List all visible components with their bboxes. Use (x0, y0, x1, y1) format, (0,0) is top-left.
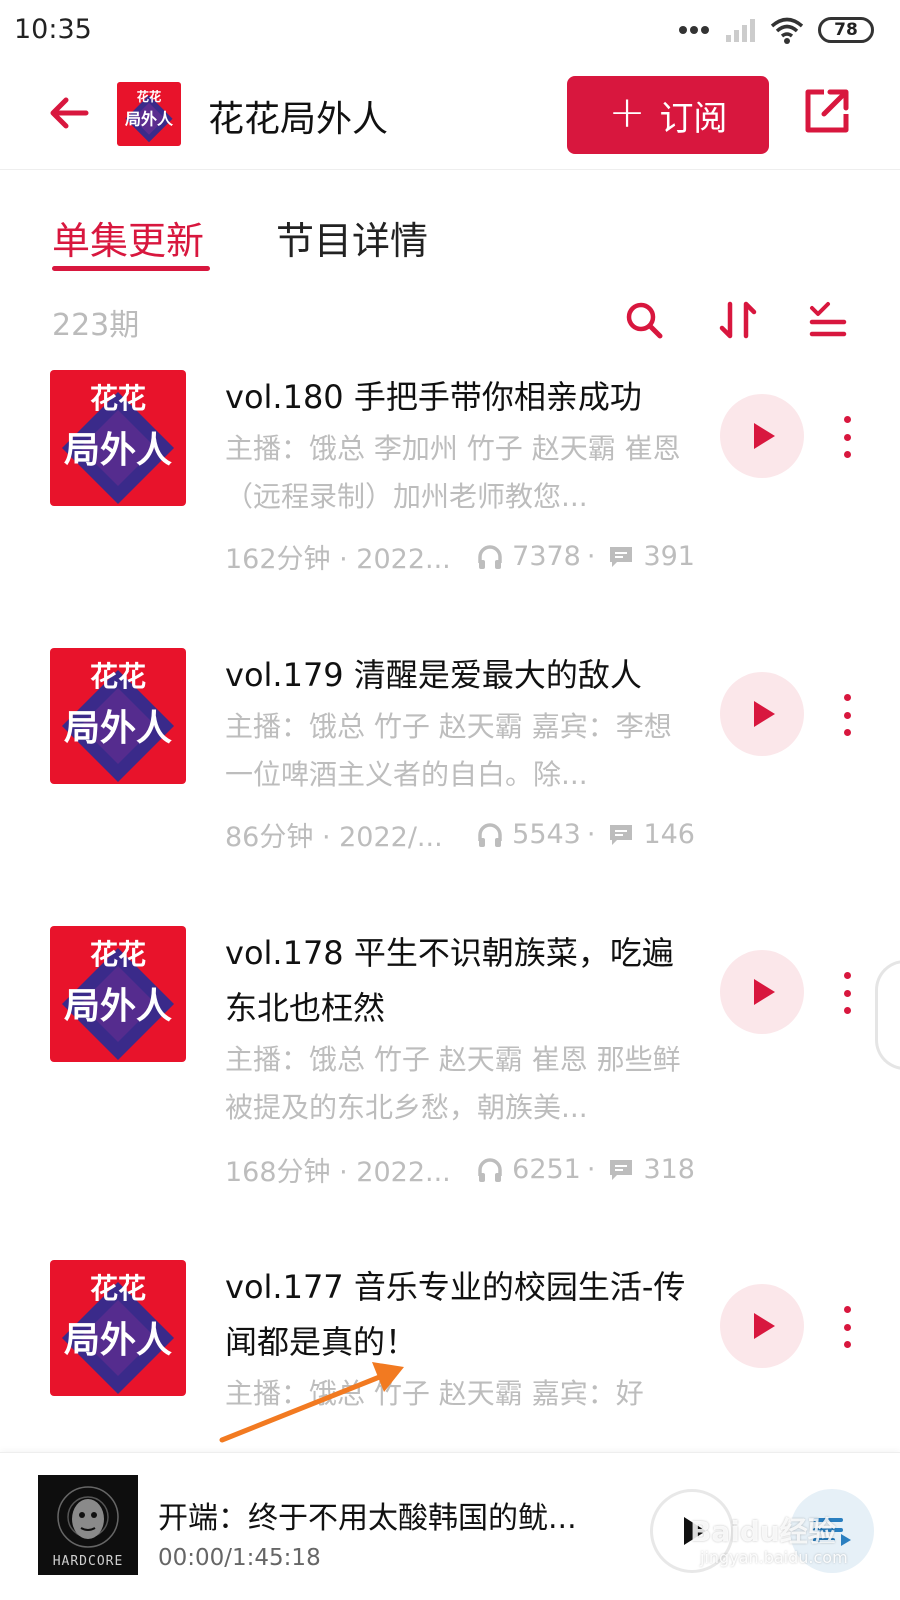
baidu-watermark: Baidu经验 (690, 1515, 836, 1548)
episode-duration-date: 86分钟 · 2022/... (225, 822, 443, 853)
episode-item[interactable]: 花花 局外人 vol.180 手把手带你相亲成功 主播：饿总 李加州 竹子 赵天… (0, 370, 900, 610)
episode-description: 主播：饿总 竹子 赵天霸 嘉宾：好 (225, 1377, 644, 1410)
player-time: 00:00/1:45:18 (158, 1545, 321, 1571)
episode-comment-count: 318 (643, 1154, 695, 1185)
episode-item[interactable]: 花花 局外人 vol.177 音乐专业的校园生活-传闻都是真的！ 主播：饿总 竹… (0, 1260, 900, 1420)
signal-dots-icon (679, 26, 709, 34)
episode-text: vol.178 平生不识朝族菜，吃遍东北也枉然 主播：饿总 竹子 赵天霸 崔恩 … (225, 926, 695, 1189)
episode-text: vol.180 手把手带你相亲成功 主播：饿总 李加州 竹子 赵天霸 崔恩（远程… (225, 370, 695, 576)
svg-text:花花: 花花 (90, 938, 146, 971)
episode-description: 主播：饿总 竹子 赵天霸 嘉宾：李想 一位啤酒主义者的自白。除... (225, 710, 672, 791)
play-icon (754, 423, 775, 449)
svg-text:局外人: 局外人 (64, 986, 172, 1027)
play-icon (754, 979, 775, 1005)
subscribe-label: 订阅 (659, 98, 728, 139)
player-track-title: 开端：终于不用太酸韩国的鱿... (158, 1501, 577, 1536)
episode-play-button[interactable] (720, 950, 804, 1034)
episode-comment-count: 391 (643, 541, 695, 572)
episode-meta: 168分钟 · 2022... 6251 · 318 (225, 1150, 695, 1189)
headphones-icon (476, 1156, 504, 1184)
svg-text:花花: 花花 (90, 382, 146, 415)
comment-icon (607, 1156, 635, 1184)
tab-program-details[interactable]: 节目详情 (276, 210, 428, 265)
tab-episodes[interactable]: 单集更新 (52, 210, 204, 265)
podcast-header: 花花 局外人 花花局外人 + 订阅 (0, 62, 900, 170)
episode-more-button[interactable] (832, 690, 862, 740)
episode-cover: 花花 局外人 (50, 370, 186, 506)
episode-description: 主播：饿总 竹子 赵天霸 崔恩 那些鲜被提及的东北乡愁，朝族美... (225, 1043, 681, 1124)
share-button[interactable] (800, 84, 854, 138)
episode-item[interactable]: 花花 局外人 vol.178 平生不识朝族菜，吃遍东北也枉然 主播：饿总 竹子 … (0, 926, 900, 1216)
episode-meta: 86分钟 · 2022/... 5543 · 146 (225, 815, 695, 854)
episode-duration-date: 168分钟 · 2022... (225, 1157, 451, 1188)
play-icon (754, 1313, 775, 1339)
player-cover-text: HARDCORE (52, 1554, 124, 1569)
episode-play-count: 7378 (512, 541, 581, 572)
podcast-title: 花花局外人 (208, 99, 389, 140)
episode-text: vol.179 清醒是爱最大的敌人 主播：饿总 竹子 赵天霸 嘉宾：李想 一位啤… (225, 648, 695, 854)
multi-select-icon[interactable] (806, 298, 850, 342)
comment-icon (607, 821, 635, 849)
svg-text:局外人: 局外人 (64, 1320, 172, 1361)
episode-play-button[interactable] (720, 1284, 804, 1368)
meta-separator: · (586, 819, 596, 850)
status-time: 10:35 (14, 14, 92, 45)
episode-meta: 162分钟 · 2022... 7378 · 391 (225, 537, 695, 576)
headphones-icon (476, 543, 504, 571)
episode-more-button[interactable] (832, 412, 862, 462)
episode-play-count: 5543 (512, 819, 581, 850)
status-icons: 78 (678, 16, 874, 44)
svg-text:花花: 花花 (90, 1272, 146, 1305)
episode-description: 主播：饿总 李加州 竹子 赵天霸 崔恩（远程录制）加州老师教您... (225, 432, 681, 513)
episode-play-button[interactable] (720, 394, 804, 478)
episode-text: vol.177 音乐专业的校园生活-传闻都是真的！ 主播：饿总 竹子 赵天霸 嘉… (225, 1260, 695, 1418)
battery-indicator: 78 (818, 17, 874, 43)
svg-text:花花: 花花 (90, 660, 146, 693)
search-icon[interactable] (622, 298, 666, 342)
subscribe-button[interactable]: + 订阅 (567, 76, 769, 154)
episode-title: vol.179 清醒是爱最大的敌人 (225, 656, 642, 694)
episode-comment-count: 146 (643, 819, 695, 850)
podcast-logo: 花花 局外人 (117, 82, 181, 146)
episode-cover: 花花 局外人 (50, 648, 186, 784)
svg-text:花花: 花花 (137, 89, 161, 104)
episode-title: vol.180 手把手带你相亲成功 (225, 378, 642, 416)
back-button[interactable] (44, 88, 94, 138)
sort-icon[interactable] (716, 298, 760, 342)
episode-toolbar: 223期 (0, 292, 900, 352)
headphones-icon (476, 821, 504, 849)
wifi-icon (770, 17, 804, 44)
baidu-watermark-url: jingyan.baidu.com (700, 1548, 848, 1567)
episode-play-button[interactable] (720, 672, 804, 756)
content-tabs: 单集更新 节目详情 (0, 200, 900, 280)
plus-icon: + (608, 87, 646, 138)
episode-title: vol.178 平生不识朝族菜，吃遍东北也枉然 (225, 934, 674, 1027)
episode-count: 223期 (52, 308, 140, 343)
scroll-edge-handle[interactable] (875, 960, 900, 1070)
meta-separator: · (586, 541, 596, 572)
svg-text:局外人: 局外人 (125, 109, 174, 128)
back-arrow-icon (50, 97, 89, 129)
active-tab-indicator (52, 266, 210, 271)
episode-play-count: 6251 (512, 1154, 581, 1185)
episode-cover: 花花 局外人 (50, 1260, 186, 1396)
episode-item[interactable]: 花花 局外人 vol.179 清醒是爱最大的敌人 主播：饿总 竹子 赵天霸 嘉宾… (0, 648, 900, 888)
status-bar: 10:35 78 (0, 0, 900, 62)
play-icon (754, 701, 775, 727)
comment-icon (607, 543, 635, 571)
svg-text:局外人: 局外人 (64, 430, 172, 471)
share-icon (805, 89, 849, 133)
episode-duration-date: 162分钟 · 2022... (225, 544, 451, 575)
svg-text:局外人: 局外人 (64, 708, 172, 749)
cell-signal-icon (726, 19, 755, 42)
episode-more-button[interactable] (832, 1302, 862, 1352)
episode-cover: 花花 局外人 (50, 926, 186, 1062)
meta-separator: · (586, 1154, 596, 1185)
episode-more-button[interactable] (832, 968, 862, 1018)
player-cover: HARDCORE (38, 1475, 138, 1575)
episode-title: vol.177 音乐专业的校园生活-传闻都是真的！ (225, 1268, 686, 1361)
